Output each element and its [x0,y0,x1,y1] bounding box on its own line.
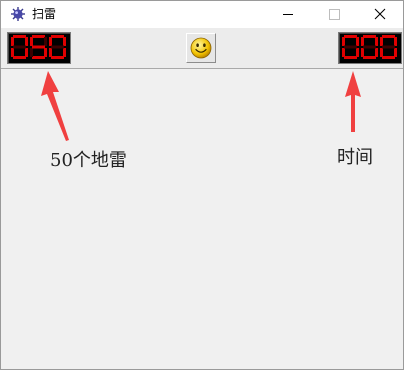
minimize-icon [283,14,293,15]
mines-arrow [41,71,69,141]
timer-display [342,35,397,59]
maximize-button[interactable] [311,1,357,28]
timer-digit-0-seg-f [342,37,345,46]
status-toolbar [1,28,403,69]
timer-digit-2-seg-g [382,45,395,49]
mine-counter-digit-2-seg-c [63,48,66,57]
mine-counter-digit-2-seg-f [49,37,52,46]
mine-counter-digit-2-seg-e [49,48,52,57]
timer-digit-0-seg-e [342,48,345,57]
timer-digit-1-seg-c [375,48,378,57]
timer-counter [338,32,402,64]
maximize-icon [329,9,340,20]
reset-button[interactable] [186,33,216,63]
close-icon [374,8,386,20]
timer-digit-0-seg-c [356,48,359,57]
mine-counter-digit-1-seg-g [32,45,45,49]
minesweeper-window: 扫雷 50个地雷 时间 [0,0,404,370]
timer-digit-1-seg-b [375,37,378,46]
minimize-button[interactable] [265,1,311,28]
mine-counter-digit-0-seg-b [25,37,28,46]
mine-counter-digit-2-seg-b [63,37,66,46]
timer-digit-1-seg-a [363,35,376,38]
title-bar[interactable]: 扫雷 [1,1,403,28]
window-title: 扫雷 [32,7,57,21]
timer-digit-0-seg-b [356,37,359,46]
timer-digit-2-seg-e [380,48,383,57]
timer-digit-2-seg-a [382,35,395,38]
mine-counter-digit-0-seg-e [11,48,14,57]
timer-digit-2-seg-c [394,48,397,57]
mine-counter-digit-1-seg-e [30,48,33,57]
timer-digit-2-seg-d [382,56,395,59]
mine-icon [11,7,25,21]
mines-annotation: 50个地雷 [50,150,127,171]
timer-digit-0-seg-g [344,45,357,49]
timer-digit-1-seg-g [363,45,376,49]
mine-counter-digit-0-seg-f [11,37,14,46]
timer-digit-0-seg-d [344,56,357,59]
mine-counter-digit-1-seg-f [30,37,33,46]
timer-digit-2-seg-f [380,37,383,46]
timer-digit-1-seg-f [361,37,364,46]
mine-counter-digit-2-seg-g [51,45,64,49]
mine-counter-digit-1-seg-c [44,48,47,57]
mine-counter-digit-2-seg-a [51,35,64,38]
close-button[interactable] [357,1,403,28]
time-arrow [345,71,361,132]
mine-counter-digit-1-seg-a [32,35,45,38]
mine-counter-digit-2-seg-d [51,56,64,59]
mine-counter-digit-1-seg-d [32,56,45,59]
timer-digit-0-seg-a [344,35,357,38]
timer-digit-1-seg-d [363,56,376,59]
mine-counter-digit-0-seg-g [13,45,26,49]
smiley-face-icon [190,37,212,59]
mine-counter [7,32,71,64]
timer-digit-1-seg-e [361,48,364,57]
mine-counter-digit-1-seg-b [44,37,47,46]
mine-counter-digit-0-seg-d [13,56,26,59]
mine-counter-display [11,35,66,59]
timer-digit-2-seg-b [394,37,397,46]
time-annotation: 时间 [337,147,373,168]
mine-counter-digit-0-seg-a [13,35,26,38]
mine-counter-digit-0-seg-c [25,48,28,57]
